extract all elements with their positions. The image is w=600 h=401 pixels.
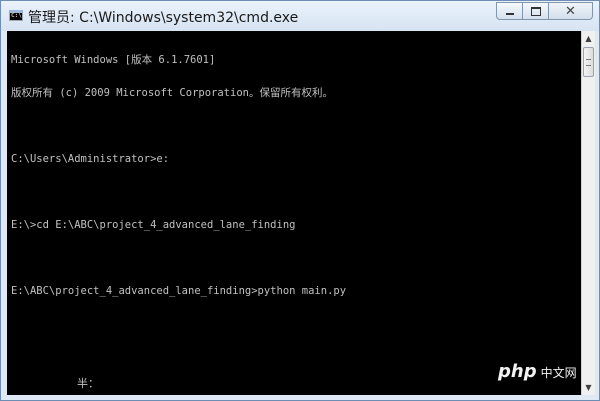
minimize-button[interactable] [496, 2, 523, 20]
console-line: E:\ABC\project_4_advanced_lane_finding>p… [11, 285, 347, 297]
title-bar[interactable]: C:\ 管理员: C:\Windows\system32\cmd.exe ✕ [1, 1, 599, 31]
console-lines: Microsoft Windows [版本 6.1.7601] 版权所有 (c)… [11, 33, 346, 319]
vertical-scrollbar[interactable]: ▲ ▼ [581, 31, 595, 395]
console-line: 版权所有 (c) 2009 Microsoft Corporation。保留所有… [11, 87, 333, 99]
grip-icon [586, 59, 591, 66]
cmd-icon-glyph: C:\ [11, 12, 22, 19]
cmd-console-icon[interactable]: C:\ [9, 10, 23, 21]
caption-buttons: ✕ [496, 2, 593, 21]
scroll-up-arrow-icon[interactable]: ▲ [582, 31, 595, 46]
watermark-logo: php [498, 361, 537, 382]
watermark-text: 中文网 [540, 366, 577, 380]
console-line: E:\>cd E:\ABC\project_4_advanced_lane_fi… [11, 219, 296, 231]
maximize-icon [530, 6, 541, 16]
console-line: C:\Users\Administrator>e: [11, 153, 170, 165]
maximize-button[interactable] [523, 2, 549, 20]
php-watermark: php 中文网 [498, 361, 577, 382]
window-title: 管理员: C:\Windows\system32\cmd.exe [28, 10, 299, 26]
scroll-down-arrow-icon[interactable]: ▼ [582, 380, 595, 395]
console-line: Microsoft Windows [版本 6.1.7601] [11, 54, 216, 66]
console-output[interactable]: Microsoft Windows [版本 6.1.7601] 版权所有 (c)… [7, 31, 581, 395]
close-icon: ✕ [565, 3, 576, 19]
close-button[interactable]: ✕ [549, 2, 593, 20]
scrollbar-thumb[interactable] [583, 47, 594, 77]
minimize-icon [505, 13, 514, 15]
cmd-window: C:\ 管理员: C:\Windows\system32\cmd.exe ✕ M… [0, 0, 600, 401]
ime-status-indicator: 半： [77, 377, 99, 390]
